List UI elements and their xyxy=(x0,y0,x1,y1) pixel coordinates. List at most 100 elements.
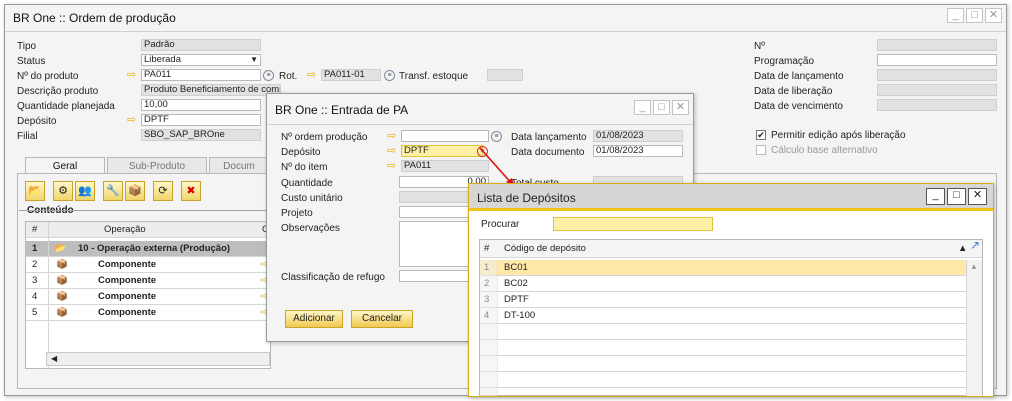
scroll-left-icon[interactable]: ◀ xyxy=(51,353,57,365)
minimize-button[interactable]: _ xyxy=(926,188,945,205)
rot-field[interactable]: PA011-01 xyxy=(321,69,381,81)
row-code: DT-100 xyxy=(504,310,536,321)
tab-sub-produto[interactable]: Sub-Produto xyxy=(107,157,207,174)
qtd-field[interactable]: 10,00 xyxy=(141,99,261,111)
descricao-field[interactable]: Produto Beneficiamento de compra xyxy=(141,84,281,96)
table-row[interactable]: 3 📦 Componente ⇨ xyxy=(26,273,270,289)
row-text: Componente xyxy=(98,259,157,270)
obs-label: Observações xyxy=(281,223,340,234)
calculo-checkbox[interactable] xyxy=(756,145,766,155)
permitir-checkbox[interactable]: ✔ xyxy=(756,130,766,140)
tool-icon[interactable]: 🔧 xyxy=(103,181,123,201)
choose-from-list-icon[interactable]: ≡ xyxy=(263,70,274,81)
cancelar-button[interactable]: Cancelar xyxy=(351,310,413,328)
row-text: Componente xyxy=(98,291,157,302)
programacao-field[interactable] xyxy=(877,54,997,66)
calculo-label: Cálculo base alternativo xyxy=(771,145,878,156)
header-operacao: Operação xyxy=(104,224,146,235)
package-icon[interactable]: 📦 xyxy=(125,181,145,201)
table-row[interactable]: 4 📦 Componente ⇨ xyxy=(26,289,270,305)
row-code: DPTF xyxy=(504,294,529,305)
tipo-field[interactable]: Padrão xyxy=(141,39,261,51)
procurar-label: Procurar xyxy=(481,219,520,230)
lancamento-field[interactable] xyxy=(877,69,997,81)
component-icon: 📦 xyxy=(56,291,68,302)
maximize-button[interactable]: □ xyxy=(966,8,983,23)
vencimento-field[interactable] xyxy=(877,99,997,111)
row-num: 3 xyxy=(32,275,38,286)
choose-from-list-icon[interactable]: ≡ xyxy=(384,70,395,81)
link-arrow-icon[interactable]: ⇨ xyxy=(387,161,400,172)
search-input[interactable] xyxy=(553,217,713,231)
tab-documentos[interactable]: Docum xyxy=(209,157,269,174)
transf-field[interactable] xyxy=(487,69,523,81)
link-arrow-icon[interactable]: ⇨ xyxy=(387,131,400,142)
deposito-field[interactable]: DPTF xyxy=(141,114,261,126)
produto-label: Nº do produto xyxy=(17,71,79,82)
status-select[interactable]: Liberada ▼ xyxy=(141,54,261,66)
programacao-label: Programação xyxy=(754,56,815,67)
link-arrow-icon[interactable]: ⇨ xyxy=(127,70,140,81)
link-arrow-icon[interactable]: ⇨ xyxy=(387,146,400,157)
link-arrow-icon[interactable]: ⇨ xyxy=(127,115,140,126)
minimize-button[interactable]: _ xyxy=(947,8,964,23)
row-text: Componente xyxy=(98,275,157,286)
link-arrow-icon[interactable]: ⇨ xyxy=(307,70,320,81)
permitir-label: Permitir edição após liberação xyxy=(771,130,906,141)
depositos-grid: # Código de depósito ▲ ↗ 1 BC01 2 BC02 3… xyxy=(479,238,983,396)
chevron-down-icon[interactable]: ▼ xyxy=(250,55,258,65)
row-num: 2 xyxy=(32,259,38,270)
table-row[interactable]: 2 📦 Componente ⇨ xyxy=(26,257,270,273)
vertical-scrollbar[interactable]: ▲ xyxy=(966,260,982,396)
resources-icon[interactable]: 👥 xyxy=(75,181,95,201)
qtd-label: Quantidade planejada xyxy=(17,101,115,112)
documento-field[interactable]: 01/08/2023 xyxy=(593,145,683,157)
close-button[interactable]: ✕ xyxy=(968,188,987,205)
close-button[interactable]: ✕ xyxy=(985,8,1002,23)
window-title: BR One :: Ordem de produção xyxy=(13,11,176,25)
delete-icon[interactable]: ✖ xyxy=(181,181,201,201)
quantidade-label: Quantidade xyxy=(281,178,333,189)
list-item[interactable]: 2 BC02 xyxy=(480,276,982,292)
row-num: 5 xyxy=(32,307,38,318)
lista-depositos-dialog: Lista de Depósitos _ □ ✕ Procurar # Códi… xyxy=(468,183,994,397)
folder-icon: 📂 xyxy=(54,243,66,254)
expand-icon[interactable]: ↗ xyxy=(970,238,980,253)
scroll-up-icon[interactable]: ▲ xyxy=(970,262,978,271)
row-text: 10 - Operação externa (Produção) xyxy=(78,243,231,254)
tab-geral[interactable]: Geral xyxy=(25,157,105,174)
table-row[interactable]: 5 📦 Componente ⇨ xyxy=(26,305,270,321)
descricao-label: Descrição produto xyxy=(17,86,99,97)
sort-icon[interactable]: ▲ xyxy=(958,241,967,256)
n-label: Nº xyxy=(754,41,765,52)
custo-label: Custo unitário xyxy=(281,193,343,204)
n-field[interactable] xyxy=(877,39,997,51)
minimize-button[interactable]: _ xyxy=(634,100,651,115)
filial-field[interactable]: SBO_SAP_BROne xyxy=(141,129,261,141)
list-item[interactable]: 4 DT-100 xyxy=(480,308,982,324)
maximize-button[interactable]: □ xyxy=(947,188,966,205)
table-row[interactable]: 1 📂 10 - Operação externa (Produção) xyxy=(26,241,270,257)
produto-field[interactable]: PA011 xyxy=(141,69,261,81)
status-value: Liberada xyxy=(144,54,181,65)
transf-label: Transf. estoque xyxy=(399,71,469,82)
close-button[interactable]: ✕ xyxy=(672,100,689,115)
lancamento-field[interactable]: 01/08/2023 xyxy=(593,130,683,142)
liberacao-field[interactable] xyxy=(877,84,997,96)
gear-icon[interactable]: ⚙ xyxy=(53,181,73,201)
filial-label: Filial xyxy=(17,131,38,142)
operations-grid: # Operação C 1 📂 10 - Operação externa (… xyxy=(25,221,271,370)
tipo-label: Tipo xyxy=(17,41,37,52)
title-divider xyxy=(5,31,1006,32)
component-icon: 📦 xyxy=(56,275,68,286)
maximize-button[interactable]: □ xyxy=(653,100,670,115)
empty-row xyxy=(480,372,982,388)
horizontal-scrollbar[interactable]: ◀ xyxy=(46,352,270,366)
refresh-icon[interactable]: ⟳ xyxy=(153,181,173,201)
list-item[interactable]: 3 DPTF xyxy=(480,292,982,308)
adicionar-button[interactable]: Adicionar xyxy=(285,310,343,328)
row-header-column xyxy=(480,260,498,396)
row-num: 1 xyxy=(32,243,38,254)
list-item[interactable]: 1 BC01 xyxy=(480,260,982,276)
folder-icon[interactable]: 📂 xyxy=(25,181,45,201)
